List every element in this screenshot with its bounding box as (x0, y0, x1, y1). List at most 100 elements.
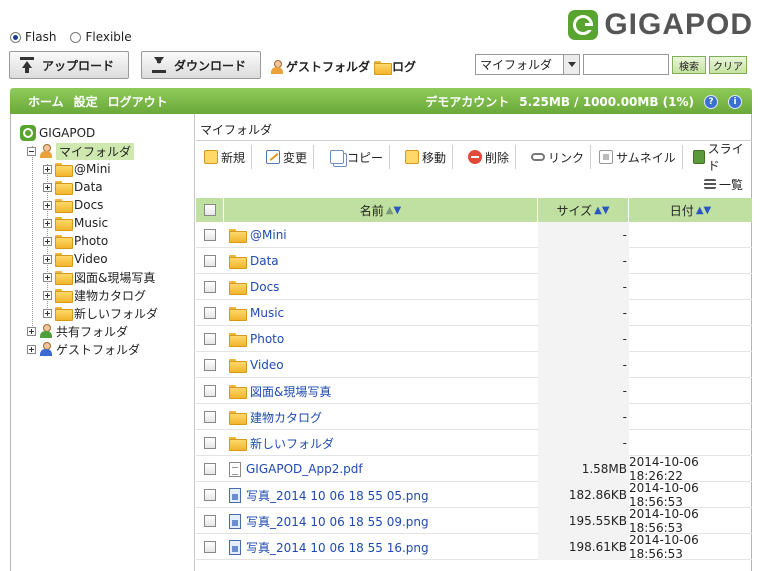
row-checkbox[interactable] (204, 255, 216, 267)
file-name[interactable]: 写真_2014 10 06 18 55 05.png (246, 487, 429, 504)
table-row[interactable]: 新しいフォルダ - (196, 430, 752, 456)
slide-button[interactable]: スライド (687, 142, 752, 173)
file-name[interactable]: @Mini (250, 228, 287, 242)
tree-item-catalog[interactable]: 建物カタログ (43, 286, 146, 304)
expand-icon[interactable] (43, 308, 52, 318)
expand-icon[interactable] (27, 326, 36, 336)
name-column-header[interactable]: 名前 ▲▼ (224, 198, 538, 222)
file-name[interactable]: Data (250, 254, 279, 268)
expand-icon[interactable] (43, 218, 52, 228)
row-checkbox[interactable] (204, 489, 216, 501)
expand-icon[interactable] (43, 164, 52, 174)
download-button[interactable]: ダウンロード (141, 51, 261, 79)
table-row[interactable]: Music - (196, 300, 752, 326)
log-link[interactable]: ログ (374, 58, 416, 75)
new-button[interactable]: 新規 (198, 145, 253, 169)
file-name-cell[interactable]: Video (224, 352, 538, 378)
sort-arrows-icon[interactable]: ▲▼ (386, 205, 401, 216)
table-row[interactable]: Video - (196, 352, 752, 378)
tree-item-mini[interactable]: @Mini (43, 160, 111, 178)
file-name-cell[interactable]: Docs (224, 274, 538, 300)
file-name[interactable]: Music (250, 306, 284, 320)
row-checkbox[interactable] (204, 437, 216, 449)
row-checkbox[interactable] (204, 515, 216, 527)
table-row[interactable]: @Mini - (196, 222, 752, 248)
row-checkbox[interactable] (204, 359, 216, 371)
row-checkbox[interactable] (204, 307, 216, 319)
nav-home[interactable]: ホーム (28, 93, 64, 110)
file-name[interactable]: 写真_2014 10 06 18 55 16.png (246, 539, 429, 556)
expand-icon[interactable] (43, 272, 52, 282)
table-row[interactable]: 写真_2014 10 06 18 55 16.png 198.61KB 2014-1… (196, 533, 752, 561)
file-name[interactable]: 建物カタログ (250, 409, 322, 426)
tree-shared-folder[interactable]: 共有フォルダ (27, 322, 128, 340)
expand-icon[interactable] (27, 344, 36, 354)
file-name[interactable]: GIGAPOD_App2.pdf (246, 462, 363, 476)
row-checkbox[interactable] (204, 411, 216, 423)
expand-icon[interactable] (43, 200, 52, 210)
file-name[interactable]: 写真_2014 10 06 18 55 09.png (246, 513, 429, 530)
tree-my-folder[interactable]: マイフォルダ (27, 142, 135, 160)
flash-radio[interactable] (10, 31, 21, 43)
tree-item-data[interactable]: Data (43, 178, 103, 196)
link-button[interactable]: リンク (525, 145, 592, 169)
copy-button[interactable]: コピー (324, 145, 391, 169)
edit-button[interactable]: 変更 (260, 145, 315, 169)
tree-item-docs[interactable]: Docs (43, 196, 103, 214)
row-checkbox[interactable] (204, 385, 216, 397)
table-row[interactable]: Docs - (196, 274, 752, 300)
table-row[interactable]: 写真_2014 10 06 18 55 05.png 182.86KB 2014-1… (196, 481, 752, 509)
table-row[interactable]: 図面&現場写真 - (196, 378, 752, 404)
file-name-cell[interactable]: Music (224, 300, 538, 326)
search-button[interactable]: 検索 (672, 56, 706, 74)
file-name[interactable]: Video (250, 358, 284, 372)
file-name-cell[interactable]: 図面&現場写真 (224, 378, 538, 404)
row-checkbox[interactable] (204, 229, 216, 241)
tree-item-video[interactable]: Video (43, 250, 108, 268)
tree-item-new-folder[interactable]: 新しいフォルダ (43, 304, 158, 322)
flexible-radio[interactable] (70, 31, 82, 43)
row-checkbox[interactable] (204, 541, 216, 553)
file-name-cell[interactable]: Photo (224, 326, 538, 352)
file-name-cell[interactable]: GIGAPOD_App2.pdf (224, 456, 538, 482)
file-name-cell[interactable]: 新しいフォルダ (224, 430, 538, 456)
tree-guest-folder[interactable]: ゲストフォルダ (27, 340, 140, 358)
upload-button[interactable]: アップロード (9, 51, 129, 79)
info-icon[interactable]: i (728, 94, 742, 109)
file-name-cell[interactable]: 写真_2014 10 06 18 55 05.png (224, 482, 538, 508)
clear-button[interactable]: クリア (709, 56, 747, 74)
expand-icon[interactable] (43, 290, 52, 300)
expand-icon[interactable] (43, 236, 52, 246)
help-icon[interactable]: ? (704, 94, 718, 109)
list-view-button[interactable]: 一覧 (698, 172, 749, 196)
collapse-icon[interactable] (27, 146, 36, 156)
tree-item-music[interactable]: Music (43, 214, 108, 232)
sort-arrows-icon[interactable]: ▲▼ (594, 205, 609, 216)
search-scope-select[interactable]: マイフォルダ (475, 54, 580, 75)
expand-icon[interactable] (43, 254, 52, 264)
file-name[interactable]: 新しいフォルダ (250, 435, 334, 452)
sort-arrows-icon[interactable]: ▲▼ (696, 205, 711, 216)
size-column-header[interactable]: サイズ ▲▼ (538, 198, 629, 222)
table-row[interactable]: 写真_2014 10 06 18 55 09.png 195.55KB 2014-1… (196, 507, 752, 535)
file-name-cell[interactable]: @Mini (224, 222, 538, 248)
move-button[interactable]: 移動 (399, 145, 454, 169)
tree-root[interactable]: GIGAPOD (20, 124, 95, 142)
file-name[interactable]: Docs (250, 280, 279, 294)
guest-folder-link[interactable]: ゲストフォルダ (270, 58, 370, 75)
file-name-cell[interactable]: 写真_2014 10 06 18 55 16.png (224, 534, 538, 560)
row-checkbox[interactable] (204, 463, 216, 475)
expand-icon[interactable] (43, 182, 52, 192)
row-checkbox[interactable] (204, 333, 216, 345)
tree-item-photo[interactable]: Photo (43, 232, 108, 250)
table-row[interactable]: Data - (196, 248, 752, 274)
nav-logout[interactable]: ログアウト (108, 93, 168, 110)
row-checkbox[interactable] (204, 281, 216, 293)
nav-settings[interactable]: 設定 (74, 93, 98, 110)
file-name-cell[interactable]: Data (224, 248, 538, 274)
table-row[interactable]: Photo - (196, 326, 752, 352)
file-name-cell[interactable]: 建物カタログ (224, 404, 538, 430)
table-row[interactable]: GIGAPOD_App2.pdf 1.58MB 2014-10-06 18:26:2… (196, 455, 752, 483)
chevron-down-icon[interactable] (563, 55, 579, 74)
search-input[interactable] (583, 54, 669, 75)
